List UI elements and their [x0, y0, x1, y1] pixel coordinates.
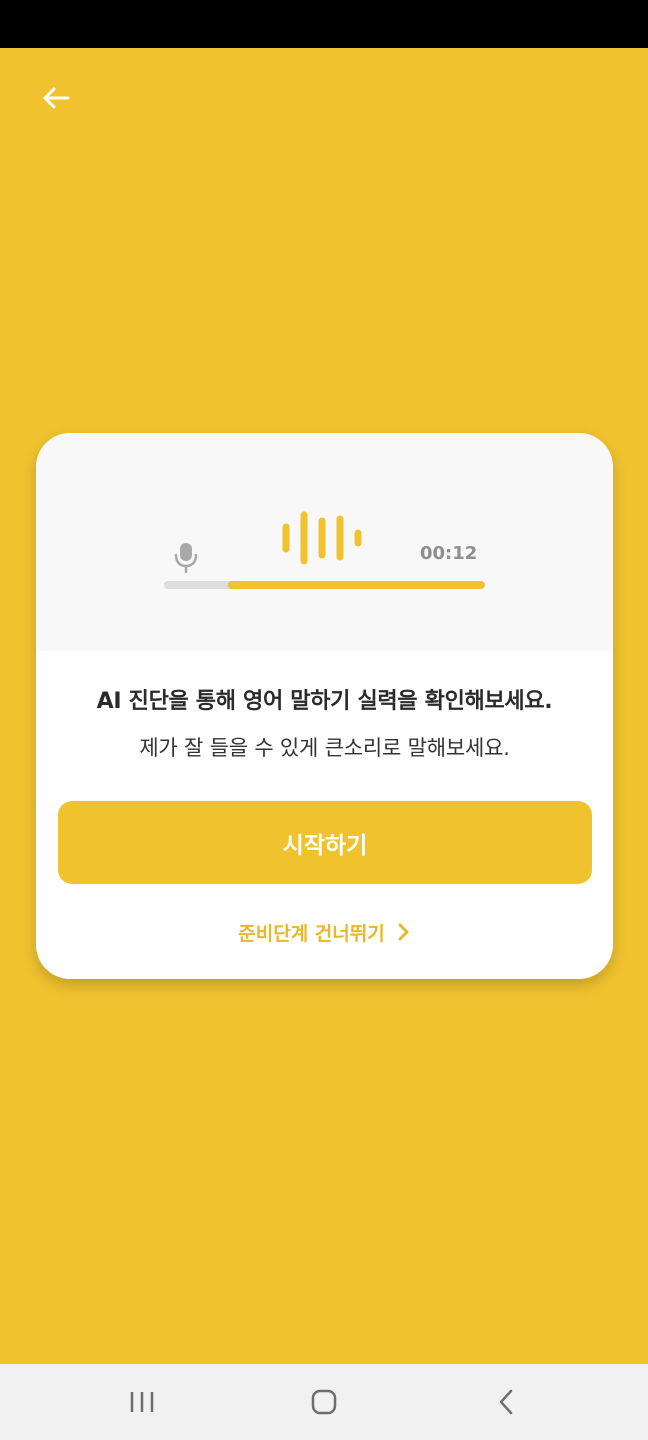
- recording-progress-fill: [228, 581, 485, 589]
- recent-apps-button[interactable]: [102, 1374, 182, 1430]
- recent-apps-icon: [130, 1392, 154, 1412]
- home-icon: [311, 1389, 337, 1415]
- home-button[interactable]: [284, 1374, 364, 1430]
- status-bar: [0, 0, 648, 48]
- microphone-icon: [174, 543, 198, 573]
- chevron-right-icon: [398, 923, 409, 941]
- start-button[interactable]: 시작하기: [58, 801, 592, 884]
- back-icon: [499, 1389, 513, 1415]
- system-navigation-bar: [0, 1364, 648, 1440]
- recorder-panel: 00:12: [36, 433, 613, 651]
- card-headline: AI 진단을 통해 영어 말하기 실력을 확인해보세요.: [96, 689, 553, 714]
- speaking-test-card: 00:12 AI 진단을 통해 영어 말하기 실력을 확인해보세요. 제가 잘 …: [36, 433, 613, 979]
- recording-timer: 00:12: [420, 543, 478, 564]
- card-subline: 제가 잘 들을 수 있게 큰소리로 말해보세요.: [139, 736, 510, 760]
- system-back-button[interactable]: [466, 1374, 546, 1430]
- skip-preparation-label: 준비단계 건너뛰기: [238, 922, 385, 945]
- arrow-left-icon: [43, 87, 70, 109]
- sound-wave-icon: [282, 511, 362, 565]
- back-button[interactable]: [34, 78, 78, 118]
- recording-progress-bar: [164, 581, 485, 589]
- skip-preparation-link[interactable]: 준비단계 건너뛰기: [36, 913, 613, 951]
